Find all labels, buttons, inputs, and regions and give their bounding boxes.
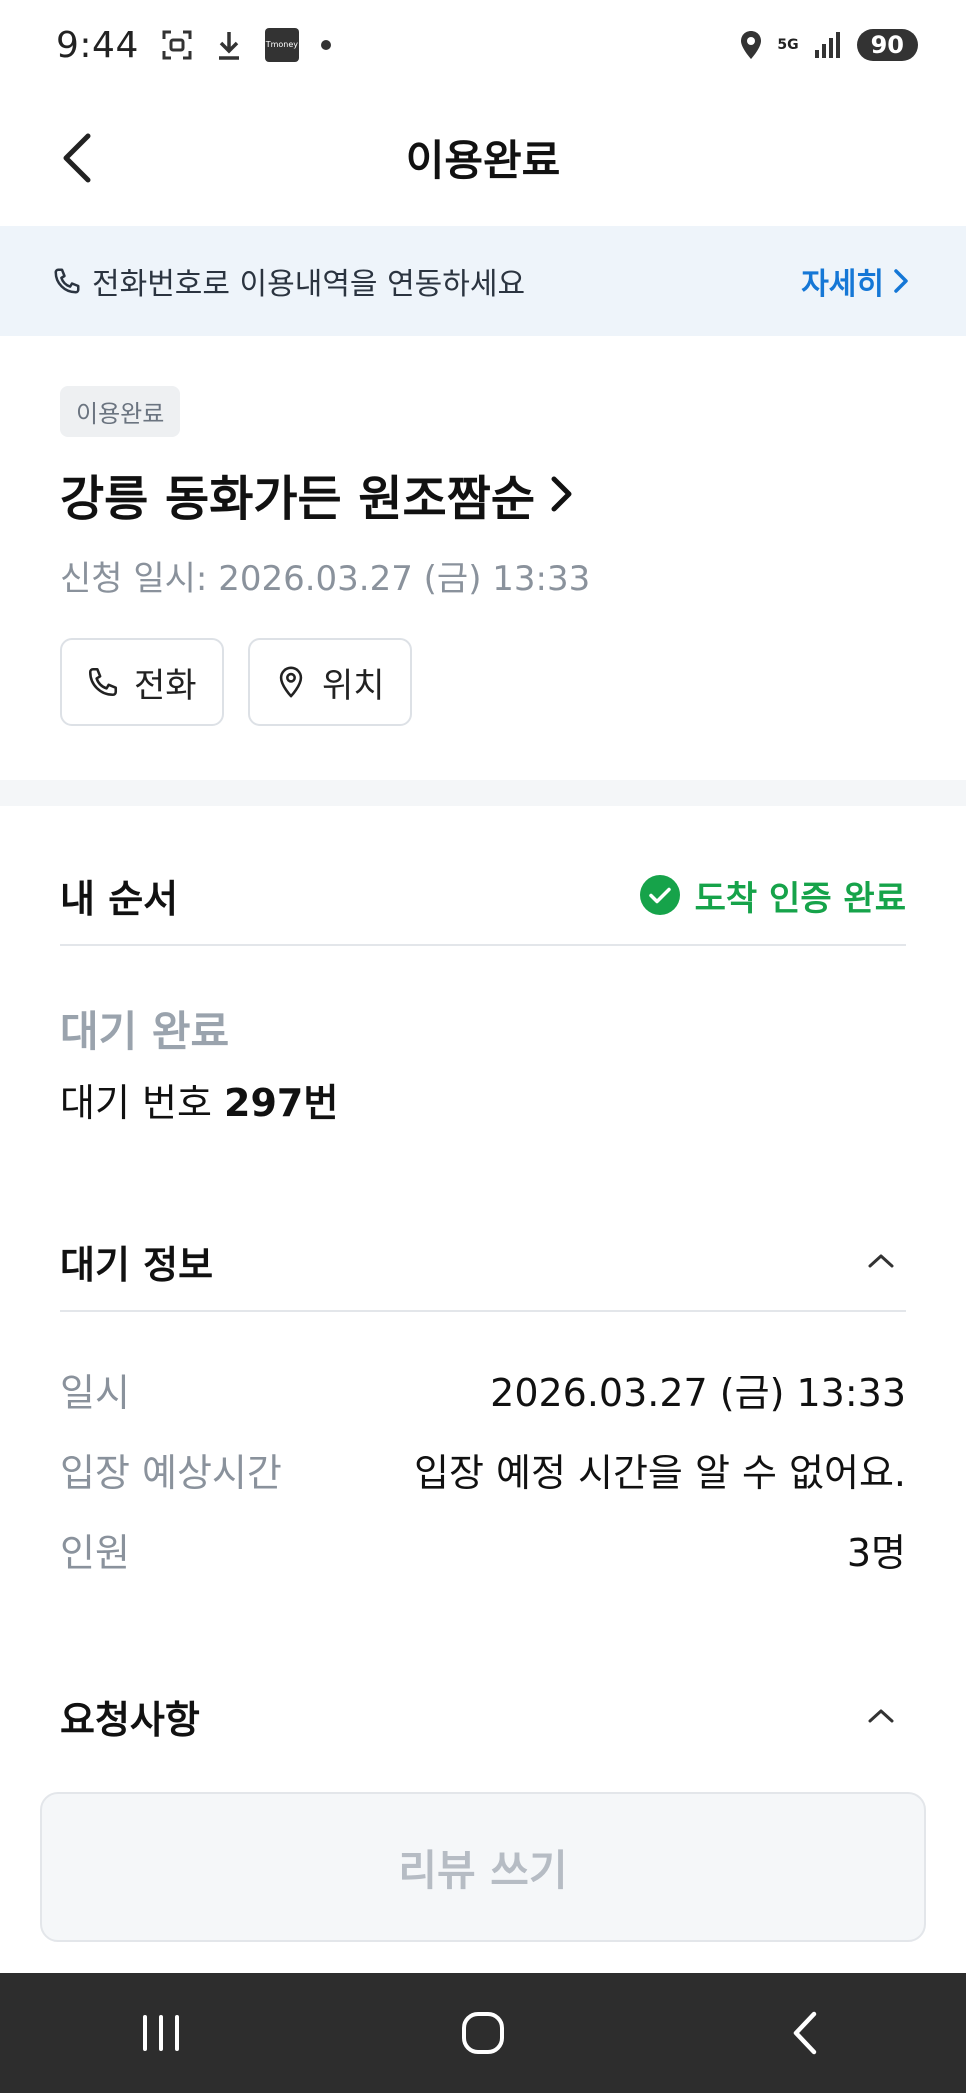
back-button[interactable] [38,118,118,198]
location-pin-icon [739,30,763,60]
store-name: 강릉 동화가든 원조짬순 [60,471,536,527]
network-5g-icon: 5G [777,38,798,52]
info-value: 3명 [846,1531,906,1575]
my-order-header: 내 순서 도착 인증 완료 [60,846,906,946]
signal-icon [813,30,843,60]
chevron-right-icon [551,476,572,512]
chevron-up-icon[interactable] [856,1236,906,1286]
wait-status: 대기 완료 [60,1007,230,1056]
recent-apps-button[interactable] [101,1973,221,2093]
back-nav-icon [793,2011,817,2055]
action-buttons: 전화 위치 [60,638,910,726]
phone-icon [54,268,80,294]
chevron-left-icon [63,133,91,183]
banner-link-label: 자세히 [801,267,884,302]
phone-icon [88,667,118,697]
status-chip: 이용완료 [60,386,181,437]
status-left: 9:44 Tmoney [56,25,331,66]
requests-title: 요청사항 [60,1697,200,1742]
network-label: 5G [777,37,799,53]
requests-header[interactable]: 요청사항 [60,1666,906,1766]
map-pin-icon [279,666,303,698]
home-button[interactable] [423,1973,543,2093]
recent-apps-icon [143,2015,179,2051]
arrival-verified-status: 도착 인증 완료 [639,871,906,920]
battery-indicator: 90 [856,29,918,61]
verification-text: 도착 인증 완료 [694,878,906,919]
info-label: 일시 [60,1371,130,1415]
check-circle-icon [639,875,680,915]
system-nav-bar [0,1973,966,2093]
page-title: 이용완료 [405,136,561,185]
apply-date: 신청 일시: 2026.03.27 (금) 13:33 [60,559,591,599]
home-icon [462,2012,504,2054]
wait-number-label: 대기 번호 [60,1081,212,1125]
info-row-expected-entry: 입장 예상시간 입장 예정 시간을 알 수 없어요. [60,1442,906,1497]
banner-left: 전화번호로 이용내역을 연동하세요 [52,259,525,303]
write-review-label: 리뷰 쓰기 [398,1845,568,1895]
banner-text: 전화번호로 이용내역을 연동하세요 [92,267,526,302]
info-row-datetime: 일시 2026.03.27 (금) 13:33 [60,1362,906,1417]
banner-details-link[interactable]: 자세히 [801,259,910,303]
wait-info-title: 대기 정보 [60,1242,214,1287]
link-phone-banner[interactable]: 전화번호로 이용내역을 연동하세요 자세히 [0,226,966,336]
download-icon [215,29,243,61]
notification-dot-icon [320,40,331,50]
call-button[interactable]: 전화 [60,638,224,726]
write-review-button[interactable]: 리뷰 쓰기 [40,1792,926,1942]
my-order-title: 내 순서 [60,876,179,921]
info-value: 입장 예정 시간을 알 수 없어요. [414,1451,906,1495]
info-value: 2026.03.27 (금) 13:33 [490,1371,906,1415]
call-button-label: 전화 [134,665,197,706]
status-time: 9:44 [56,24,139,66]
store-section: 이용완료 강릉 동화가든 원조짬순 신청 일시: 2026.03.27 (금) … [60,386,910,726]
store-name-link[interactable]: 강릉 동화가든 원조짬순 [60,459,910,529]
info-label: 입장 예상시간 [60,1451,282,1495]
status-right: 5G 90 [739,29,918,61]
tmoney-icon: Tmoney [264,28,299,62]
wait-number: 대기 번호 297번 [60,1072,338,1127]
chevron-up-icon[interactable] [856,1691,906,1741]
chevron-right-icon [894,269,908,293]
section-divider [0,780,966,806]
screenshot-icon [161,29,193,61]
location-button-label: 위치 [322,665,385,706]
info-row-party-size: 인원 3명 [60,1522,906,1577]
info-label: 인원 [60,1531,130,1575]
app-header: 이용완료 [0,90,966,225]
wait-number-value: 297번 [224,1081,339,1125]
back-nav-button[interactable] [745,1973,865,2093]
status-bar: 9:44 Tmoney 5G 90 [0,0,966,90]
wait-info-header[interactable]: 대기 정보 [60,1212,906,1312]
location-button[interactable]: 위치 [248,638,412,726]
